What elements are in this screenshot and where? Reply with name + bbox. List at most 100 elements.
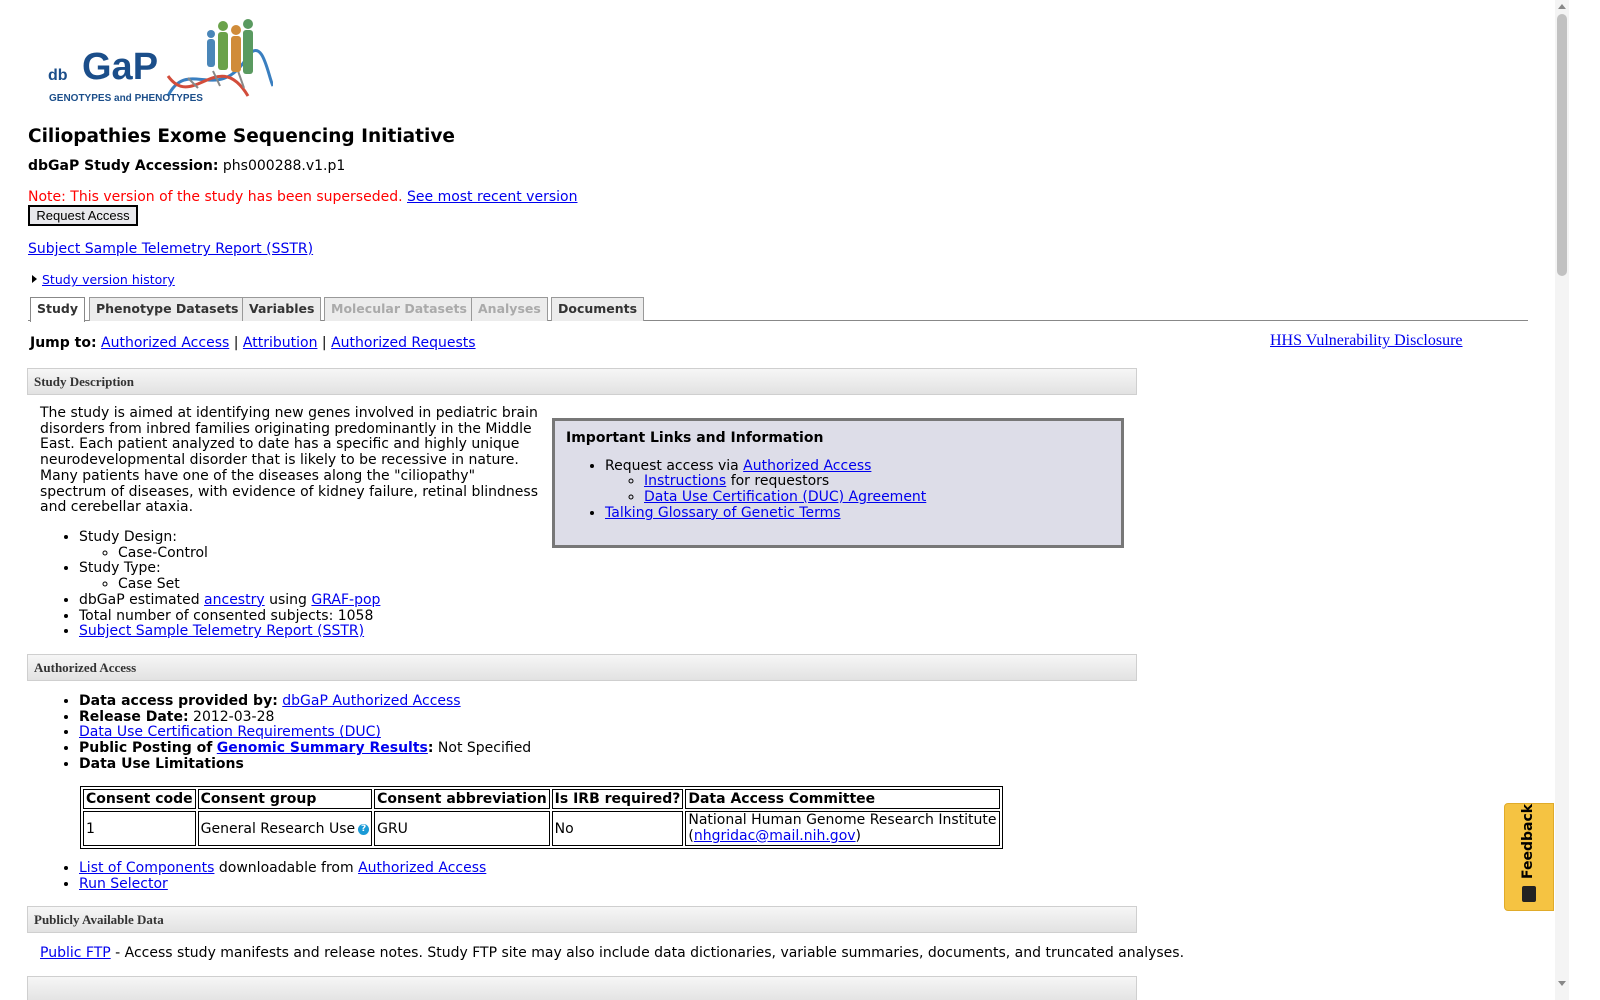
list-item: Talking Glossary of Genetic Terms: [605, 505, 1110, 522]
run-selector-link[interactable]: Run Selector: [79, 876, 168, 892]
cell-consent-code: 1: [83, 811, 196, 847]
section-header-public-data: Publicly Available Data: [27, 906, 1137, 933]
table-header-row: Consent code Consent group Consent abbre…: [83, 789, 1000, 809]
components-mid-text: downloadable from: [218, 860, 354, 876]
study-tabs: Study Phenotype Datasets Variables Molec…: [28, 297, 1528, 322]
accession-value: phs000288.v1.p1: [222, 158, 346, 174]
public-ftp-row: Public FTP - Access study manifests and …: [40, 945, 1184, 961]
glossary-link[interactable]: Talking Glossary of Genetic Terms: [605, 505, 841, 521]
instructions-link[interactable]: Instructions: [644, 473, 726, 490]
hhs-vulnerability-disclosure-link[interactable]: HHS Vulnerability Disclosure: [1270, 332, 1463, 350]
study-accession: dbGaP Study Accession: phs000288.v1.p1: [28, 158, 345, 174]
ancestry-link[interactable]: ancestry: [204, 592, 265, 608]
jump-separator: |: [321, 335, 327, 351]
public-ftp-link[interactable]: Public FTP: [40, 945, 111, 961]
sstr-link-top[interactable]: Subject Sample Telemetry Report (SSTR): [28, 241, 313, 257]
consent-table: Consent code Consent group Consent abbre…: [80, 786, 1003, 850]
study-type-value: Case Set: [118, 576, 540, 593]
duc-agreement-link[interactable]: Data Use Certification (DUC) Agreement: [644, 489, 926, 505]
expand-triangle-icon[interactable]: [32, 275, 37, 283]
section-header-study-description: Study Description: [27, 368, 1137, 395]
scroll-down-arrow-icon[interactable]: [1558, 981, 1566, 986]
dac-email-link[interactable]: nhgridac@mail.nih.gov: [694, 828, 856, 844]
sstr-link[interactable]: Subject Sample Telemetry Report (SSTR): [79, 623, 364, 639]
study-design-value: Case-Control: [118, 545, 540, 562]
list-item: Study Design: Case-Control: [79, 529, 540, 562]
ancestry-prefix: dbGaP estimated: [79, 591, 200, 608]
accession-label: dbGaP Study Accession:: [28, 158, 219, 174]
list-of-components-link[interactable]: List of Components: [79, 860, 214, 876]
col-consent-abbreviation: Consent abbreviation: [374, 789, 550, 809]
jump-authorized-requests-link[interactable]: Authorized Requests: [331, 335, 475, 351]
col-consent-group: Consent group: [197, 789, 373, 809]
col-data-access-committee: Data Access Committee: [685, 789, 1000, 809]
study-description-text: The study is aimed at identifying new ge…: [40, 405, 538, 516]
logo-gap-text: GaP: [82, 46, 158, 88]
tab-phenotype-datasets[interactable]: Phenotype Datasets: [89, 297, 246, 321]
tab-analyses: Analyses: [471, 297, 548, 321]
jump-to-nav: Jump to: Authorized Access | Attribution…: [30, 335, 476, 351]
page-title: Ciliopathies Exome Sequencing Initiative: [28, 126, 455, 147]
list-item: Public Posting of Genomic Summary Result…: [79, 740, 940, 757]
list-item: Subject Sample Telemetry Report (SSTR): [79, 623, 540, 640]
authorized-access-link[interactable]: Authorized Access: [743, 458, 871, 474]
page: db GaP GENOTYPES and PHENOTYPES Ciliopat…: [0, 0, 1555, 1000]
important-links-title: Important Links and Information: [566, 430, 824, 446]
cell-data-access-committee: National Human Genome Research Institute…: [685, 811, 1000, 847]
cell-consent-abbreviation: GRU: [374, 811, 550, 847]
public-ftp-text: - Access study manifests and release not…: [115, 945, 1185, 961]
jump-to-label: Jump to:: [30, 335, 97, 351]
release-date-value: 2012-03-28: [193, 708, 275, 725]
dbgap-logo[interactable]: db GaP GENOTYPES and PHENOTYPES: [48, 16, 273, 108]
list-item: Request access via Authorized Access Ins…: [605, 457, 1110, 506]
dbgap-authorized-access-link[interactable]: dbGaP Authorized Access: [282, 693, 460, 709]
scroll-up-arrow-icon[interactable]: [1558, 4, 1566, 9]
request-access-button[interactable]: Request Access: [28, 205, 138, 226]
authorized-access-list-2: List of Components downloadable from Aut…: [40, 860, 940, 893]
dac-name: National Human Genome Research Institute: [688, 812, 997, 828]
graf-pop-link[interactable]: GRAF-pop: [311, 592, 380, 608]
scrollbar-thumb[interactable]: [1557, 14, 1567, 276]
cell-irb-required: No: [551, 811, 684, 847]
tab-variables[interactable]: Variables: [242, 297, 322, 321]
components-authorized-access-link[interactable]: Authorized Access: [358, 860, 486, 876]
feedback-label: Feedback: [1520, 803, 1536, 879]
section-header-next: [27, 976, 1137, 1000]
tab-documents[interactable]: Documents: [551, 297, 645, 321]
cell-consent-group: General Research Use?: [197, 811, 373, 847]
list-item: Instructions for requestors: [644, 474, 1110, 490]
list-item: Release Date: 2012-03-28: [79, 708, 940, 726]
list-item: Study Type: Case Set: [79, 561, 540, 592]
jump-attribution-link[interactable]: Attribution: [243, 335, 318, 351]
list-item: Run Selector: [79, 876, 940, 893]
public-posting-value: Not Specified: [437, 740, 532, 757]
help-icon[interactable]: ?: [358, 823, 370, 835]
study-version-history[interactable]: Study version history: [32, 272, 175, 287]
logo-db-text: db: [48, 67, 68, 84]
study-version-history-link[interactable]: Study version history: [42, 272, 175, 287]
list-item: List of Components downloadable from Aut…: [79, 860, 940, 877]
list-item: dbGaP estimated ancestry using GRAF-pop: [79, 591, 540, 609]
authorized-access-list: Data access provided by: dbGaP Authorize…: [40, 693, 940, 773]
logo-tagline: GENOTYPES and PHENOTYPES: [49, 93, 203, 104]
superseded-note: Note: This version of the study has been…: [28, 189, 403, 205]
duc-requirements-link[interactable]: Data Use Certification Requirements (DUC…: [79, 724, 381, 741]
jump-authorized-access-link[interactable]: Authorized Access: [101, 335, 229, 351]
study-design-label: Study Design:: [79, 529, 177, 545]
feedback-button[interactable]: Feedback: [1504, 803, 1554, 911]
instructions-suffix: for requestors: [730, 473, 830, 490]
list-item: Data Use Certification (DUC) Agreement: [644, 489, 1110, 506]
vertical-scrollbar[interactable]: [1555, 0, 1569, 1000]
tab-study[interactable]: Study: [30, 297, 85, 322]
genomic-summary-results-link[interactable]: Genomic Summary Results: [217, 740, 428, 756]
section-header-authorized-access: Authorized Access: [27, 654, 1137, 681]
consented-subjects: Total number of consented subjects: 1058: [79, 608, 540, 625]
col-irb-required: Is IRB required?: [551, 789, 684, 809]
public-posting-label: Public Posting of: [79, 740, 213, 757]
most-recent-version-link[interactable]: See most recent version: [407, 189, 577, 205]
table-row: 1 General Research Use? GRU No National …: [83, 811, 1000, 847]
tab-molecular-datasets: Molecular Datasets: [324, 297, 474, 321]
list-item: Data Use Limitations: [79, 756, 940, 773]
col-consent-code: Consent code: [83, 789, 196, 809]
request-access-prefix: Request access via: [605, 457, 739, 474]
